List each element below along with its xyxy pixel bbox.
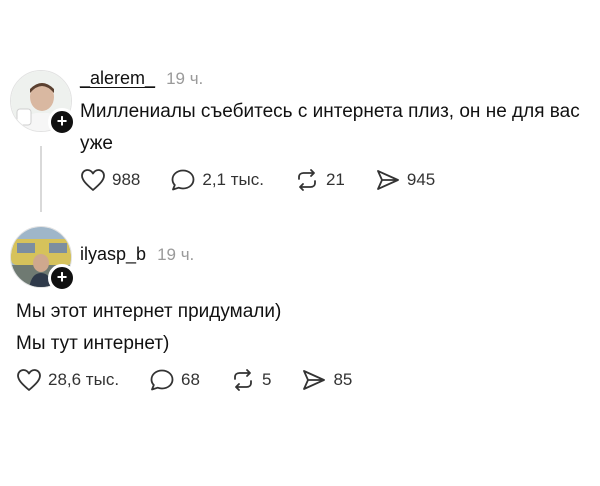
reply-button[interactable]: 68 bbox=[149, 368, 200, 392]
post-header: _alerem_ 19 ч. bbox=[80, 68, 203, 89]
repost-button[interactable]: 21 bbox=[294, 168, 345, 192]
repost-icon bbox=[234, 369, 252, 391]
like-count: 988 bbox=[112, 170, 141, 189]
send-icon bbox=[303, 370, 326, 390]
reply-button[interactable]: 2,1 тыс. bbox=[170, 168, 264, 192]
repost-button[interactable]: 5 bbox=[230, 368, 271, 392]
share-button[interactable]: 85 bbox=[301, 368, 352, 392]
reply-count: 68 bbox=[181, 370, 200, 389]
follow-plus-icon[interactable]: + bbox=[48, 264, 76, 292]
share-count: 945 bbox=[406, 170, 436, 189]
post-actions: 28,6 тыс. 68 5 85 bbox=[16, 368, 382, 392]
heart-icon bbox=[17, 369, 41, 391]
post-text-line: Мы этот интернет придумали) bbox=[16, 301, 282, 322]
thread-connector-line bbox=[40, 146, 42, 212]
username[interactable]: _alerem_ bbox=[80, 68, 155, 88]
post-text-line: Мы тут интернет) bbox=[16, 333, 170, 354]
like-count: 28,6 тыс. bbox=[48, 370, 120, 389]
reply-count: 2,1 тыс. bbox=[202, 170, 264, 189]
send-icon bbox=[376, 170, 399, 190]
comment-icon bbox=[150, 369, 174, 391]
timestamp: 19 ч. bbox=[166, 69, 204, 88]
follow-plus-icon[interactable]: + bbox=[48, 108, 76, 136]
comment-icon bbox=[171, 169, 195, 191]
post-actions: 988 2,1 тыс. 21 945 bbox=[80, 168, 465, 192]
like-button[interactable]: 988 bbox=[80, 168, 140, 192]
post-header: ilyasp_b 19 ч. bbox=[80, 244, 194, 265]
share-button[interactable]: 945 bbox=[375, 168, 435, 192]
username[interactable]: ilyasp_b bbox=[80, 244, 146, 264]
share-count: 85 bbox=[333, 370, 353, 389]
post-text: Мы этот интернет придумали) Мы тут интер… bbox=[16, 296, 576, 360]
heart-icon bbox=[81, 169, 105, 191]
repost-icon bbox=[298, 169, 316, 191]
repost-count: 5 bbox=[261, 370, 272, 389]
post-text: Миллениалы съебитесь с интернета плиз, о… bbox=[80, 101, 580, 154]
avatar-container[interactable]: + bbox=[10, 70, 76, 136]
avatar-container[interactable]: + bbox=[10, 226, 76, 292]
like-button[interactable]: 28,6 тыс. bbox=[16, 368, 119, 392]
timestamp: 19 ч. bbox=[157, 245, 195, 264]
repost-count: 21 bbox=[325, 170, 345, 189]
